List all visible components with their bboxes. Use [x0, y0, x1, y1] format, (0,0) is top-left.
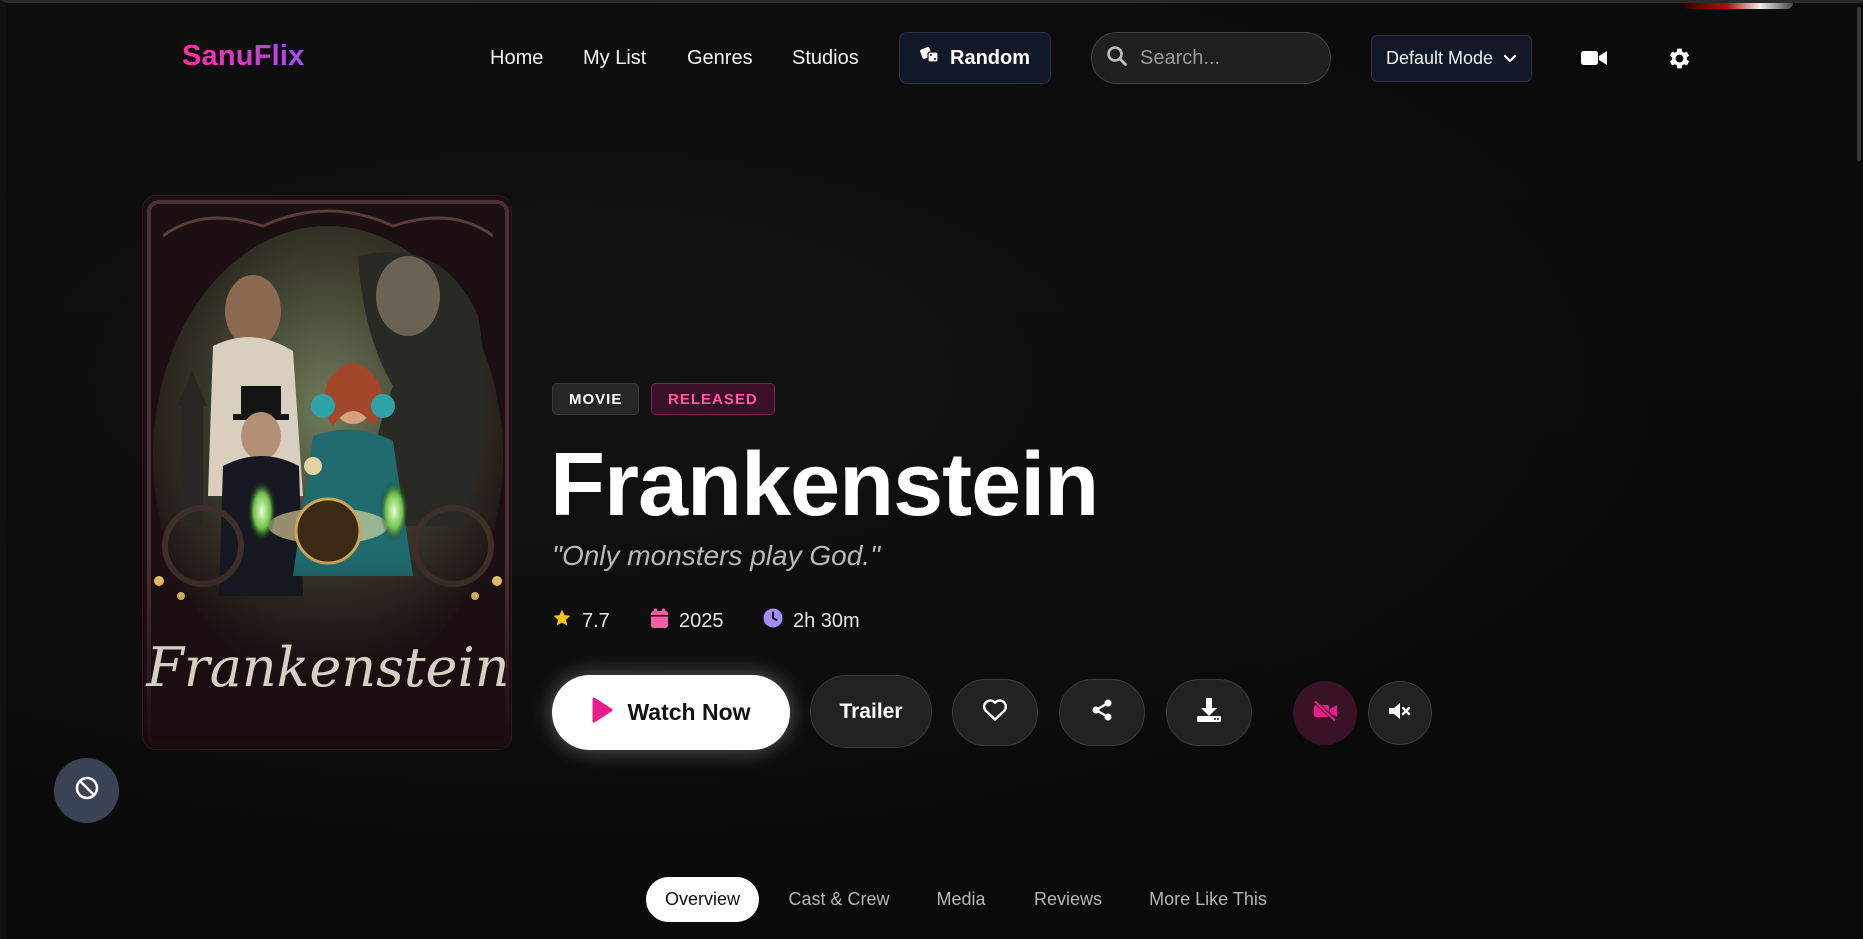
- tab-more-like-this[interactable]: More Like This: [1140, 877, 1276, 922]
- movie-tagline: "Only monsters play God.": [552, 540, 881, 571]
- nav-studios[interactable]: Studios: [792, 47, 859, 70]
- page: SanuFlix Home My List Genres Studios Ran…: [0, 0, 1863, 939]
- mode-select-value: Default Mode: [1385, 48, 1494, 68]
- watch-now-label: Watch Now: [627, 699, 751, 725]
- mute-icon: [1388, 701, 1412, 726]
- rating-value: 7.7: [582, 609, 610, 632]
- share-icon: [1090, 698, 1114, 727]
- search-box[interactable]: [1091, 32, 1331, 84]
- release-year: 2025: [650, 608, 724, 635]
- block-button[interactable]: [54, 758, 119, 823]
- search-input[interactable]: [1140, 46, 1310, 70]
- movie-title: Frankenstein: [550, 435, 1099, 535]
- watch-now-button[interactable]: Watch Now: [552, 675, 790, 750]
- runtime: 2h 30m: [763, 608, 860, 634]
- play-icon: [591, 697, 613, 729]
- tab-cast-crew[interactable]: Cast & Crew: [774, 877, 904, 922]
- poster-script-title: Frankenstein: [145, 636, 509, 699]
- heart-icon: [982, 698, 1008, 727]
- tab-media[interactable]: Media: [926, 877, 996, 922]
- year-value: 2025: [679, 610, 724, 632]
- calendar-icon: [650, 608, 669, 635]
- random-label: Random: [950, 46, 1030, 69]
- block-icon: [74, 775, 100, 806]
- search-icon: [1106, 45, 1128, 72]
- video-camera-icon[interactable]: [1580, 45, 1608, 71]
- nav-genres[interactable]: Genres: [687, 47, 753, 70]
- type-badge: MOVIE: [552, 383, 640, 415]
- logo[interactable]: SanuFlix: [182, 40, 304, 73]
- status-badge: RELEASED: [651, 383, 775, 415]
- mute-button[interactable]: [1368, 681, 1432, 745]
- video-off-icon: [1312, 699, 1338, 727]
- chevron-down-icon: [1503, 48, 1517, 69]
- rating: 7.7: [552, 608, 610, 634]
- detail-tabs: Overview Cast & Crew Media Reviews More …: [6, 877, 1863, 922]
- clock-icon: [763, 608, 783, 634]
- share-button[interactable]: [1059, 679, 1145, 746]
- random-button[interactable]: Random: [899, 32, 1051, 84]
- video-off-button[interactable]: [1293, 681, 1357, 745]
- top-navbar: SanuFlix Home My List Genres Studios Ran…: [6, 3, 1863, 113]
- nav-my-list[interactable]: My List: [583, 47, 646, 70]
- tab-overview[interactable]: Overview: [646, 877, 759, 922]
- tab-reviews[interactable]: Reviews: [1024, 877, 1112, 922]
- nav-home[interactable]: Home: [490, 47, 543, 70]
- gear-icon[interactable]: [1665, 44, 1693, 72]
- runtime-value: 2h 30m: [793, 609, 860, 632]
- star-icon: [552, 608, 572, 634]
- favorite-button[interactable]: [952, 679, 1038, 746]
- download-button[interactable]: [1166, 679, 1252, 746]
- download-icon: [1196, 697, 1222, 728]
- mode-select[interactable]: Default Mode: [1371, 35, 1532, 82]
- dice-icon: [920, 46, 940, 70]
- trailer-button[interactable]: Trailer: [810, 675, 932, 748]
- movie-poster[interactable]: Frankenstein: [142, 195, 512, 750]
